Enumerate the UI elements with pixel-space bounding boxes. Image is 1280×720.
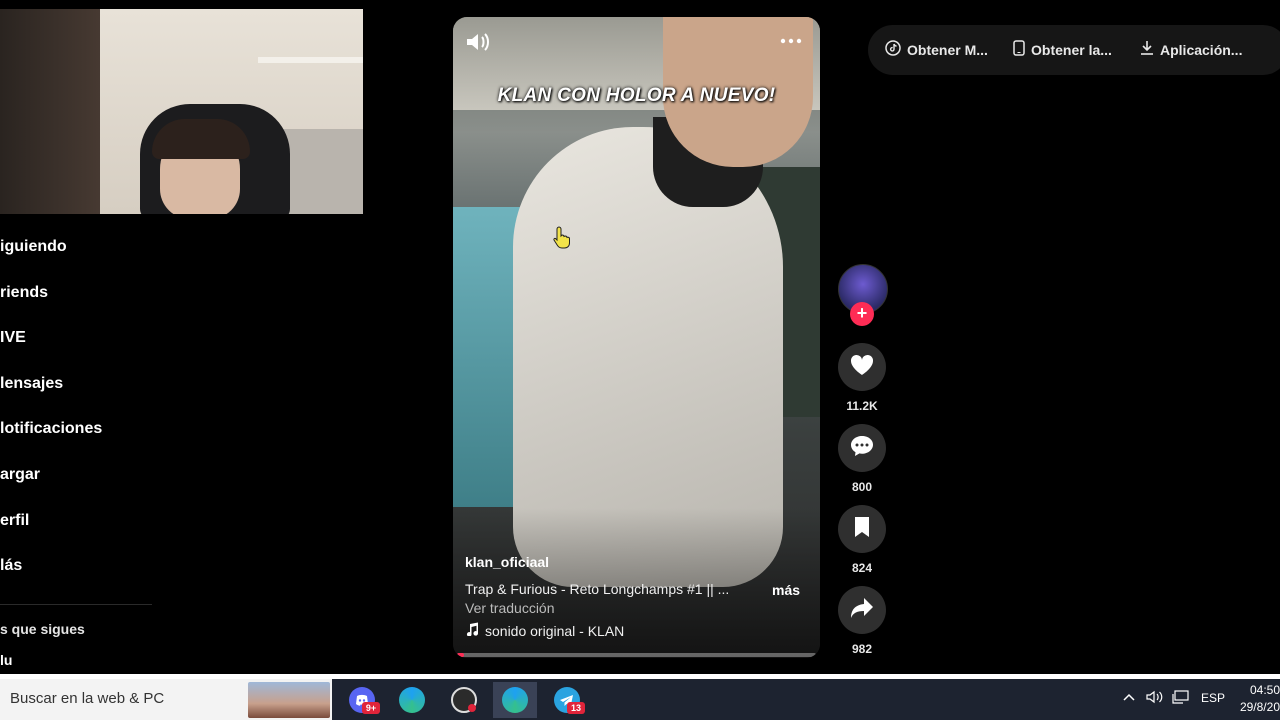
taskbar-obs[interactable] — [442, 682, 486, 718]
description-more-link[interactable]: más — [772, 582, 800, 598]
creator-avatar-button[interactable]: + — [838, 264, 888, 326]
video-caption: KLAN CON HOLOR A NUEVO! — [497, 85, 776, 106]
comment-button[interactable] — [838, 424, 886, 472]
speaker-icon[interactable] — [1146, 690, 1164, 707]
following-accounts-title: s que sigues — [0, 621, 85, 637]
desktop-app-label: Aplicación... — [1160, 41, 1243, 58]
webcam-door — [0, 9, 112, 214]
share-button[interactable] — [838, 586, 886, 634]
video-progress-bar[interactable] — [457, 653, 816, 657]
recording-dot-icon — [468, 704, 476, 712]
bookmark-icon — [853, 516, 871, 543]
webcam-shelf — [258, 57, 363, 63]
video-progress-fill — [457, 653, 465, 657]
save-button[interactable] — [838, 505, 886, 553]
like-count: 11.2K — [846, 399, 878, 413]
video-author[interactable]: klan_oficiaal — [465, 554, 549, 570]
sidebar-item-messages[interactable]: lensajes — [0, 375, 63, 393]
save-count: 824 — [851, 561, 873, 575]
taskbar-discord[interactable]: 9+ — [340, 682, 384, 718]
discord-badge: 9+ — [362, 702, 380, 714]
sidebar-item-friends[interactable]: riends — [0, 284, 48, 302]
edge-icon — [399, 687, 425, 713]
tiktok-icon — [885, 40, 901, 59]
share-count: 982 — [851, 642, 873, 656]
taskbar-clock[interactable]: 04:50 29/8/20 — [1238, 682, 1280, 716]
network-icon[interactable] — [1172, 690, 1190, 707]
taskbar-telegram[interactable]: 13 — [545, 682, 589, 718]
sidebar-item-profile[interactable]: erfil — [0, 512, 29, 530]
sidebar-item-more[interactable]: lás — [0, 557, 22, 575]
get-coins-label: Obtener M... — [907, 41, 988, 58]
follow-plus-icon[interactable]: + — [850, 302, 874, 326]
clock-time: 04:50 — [1249, 683, 1280, 697]
sound-label: sonido original - KLAN — [485, 622, 625, 639]
heart-icon — [850, 354, 874, 381]
sound-link[interactable]: sonido original - KLAN — [465, 622, 624, 639]
chevron-up-icon[interactable] — [1122, 690, 1136, 707]
get-coins-button[interactable]: Obtener M... — [885, 40, 988, 59]
video-player[interactable]: KLAN CON HOLOR A NUEVO! klan_oficiaal Tr… — [453, 17, 820, 658]
sidebar-divider — [0, 604, 152, 605]
share-icon — [850, 597, 874, 624]
webcam-overlay — [0, 9, 363, 214]
taskbar-search-placeholder[interactable]: Buscar en la web & PC — [10, 690, 164, 707]
hand-cursor-icon — [553, 225, 571, 249]
get-app-button[interactable]: Obtener la... — [1013, 40, 1112, 59]
music-note-icon — [465, 622, 479, 639]
edge-icon — [502, 687, 528, 713]
clock-date: 29/8/20 — [1239, 700, 1280, 714]
download-icon — [1140, 40, 1154, 59]
telegram-badge: 13 — [567, 702, 585, 714]
get-app-label: Obtener la... — [1031, 41, 1112, 58]
phone-icon — [1013, 40, 1025, 59]
more-options-icon[interactable] — [779, 31, 803, 51]
video-description: Trap & Furious - Reto Longchamps #1 || .… — [465, 581, 730, 597]
like-button[interactable] — [838, 343, 886, 391]
webcam-hair — [152, 119, 250, 159]
sidebar-item-following[interactable]: iguiendo — [0, 238, 67, 256]
taskbar-edge-active[interactable] — [493, 682, 537, 718]
sidebar-item-live[interactable]: IVE — [0, 329, 26, 347]
translate-link[interactable]: Ver traducción — [465, 600, 555, 616]
search-highlight-image[interactable] — [248, 682, 330, 718]
taskbar-edge[interactable] — [390, 682, 434, 718]
comment-count: 800 — [851, 480, 873, 494]
comment-icon — [850, 435, 874, 462]
sidebar-item-upload[interactable]: argar — [0, 466, 40, 484]
following-account-item[interactable]: lu — [0, 652, 12, 668]
language-indicator[interactable]: ESP — [1201, 691, 1225, 705]
desktop-app-button[interactable]: Aplicación... — [1140, 40, 1242, 59]
volume-icon[interactable] — [465, 31, 491, 53]
sidebar-item-notifications[interactable]: lotificaciones — [0, 420, 102, 438]
